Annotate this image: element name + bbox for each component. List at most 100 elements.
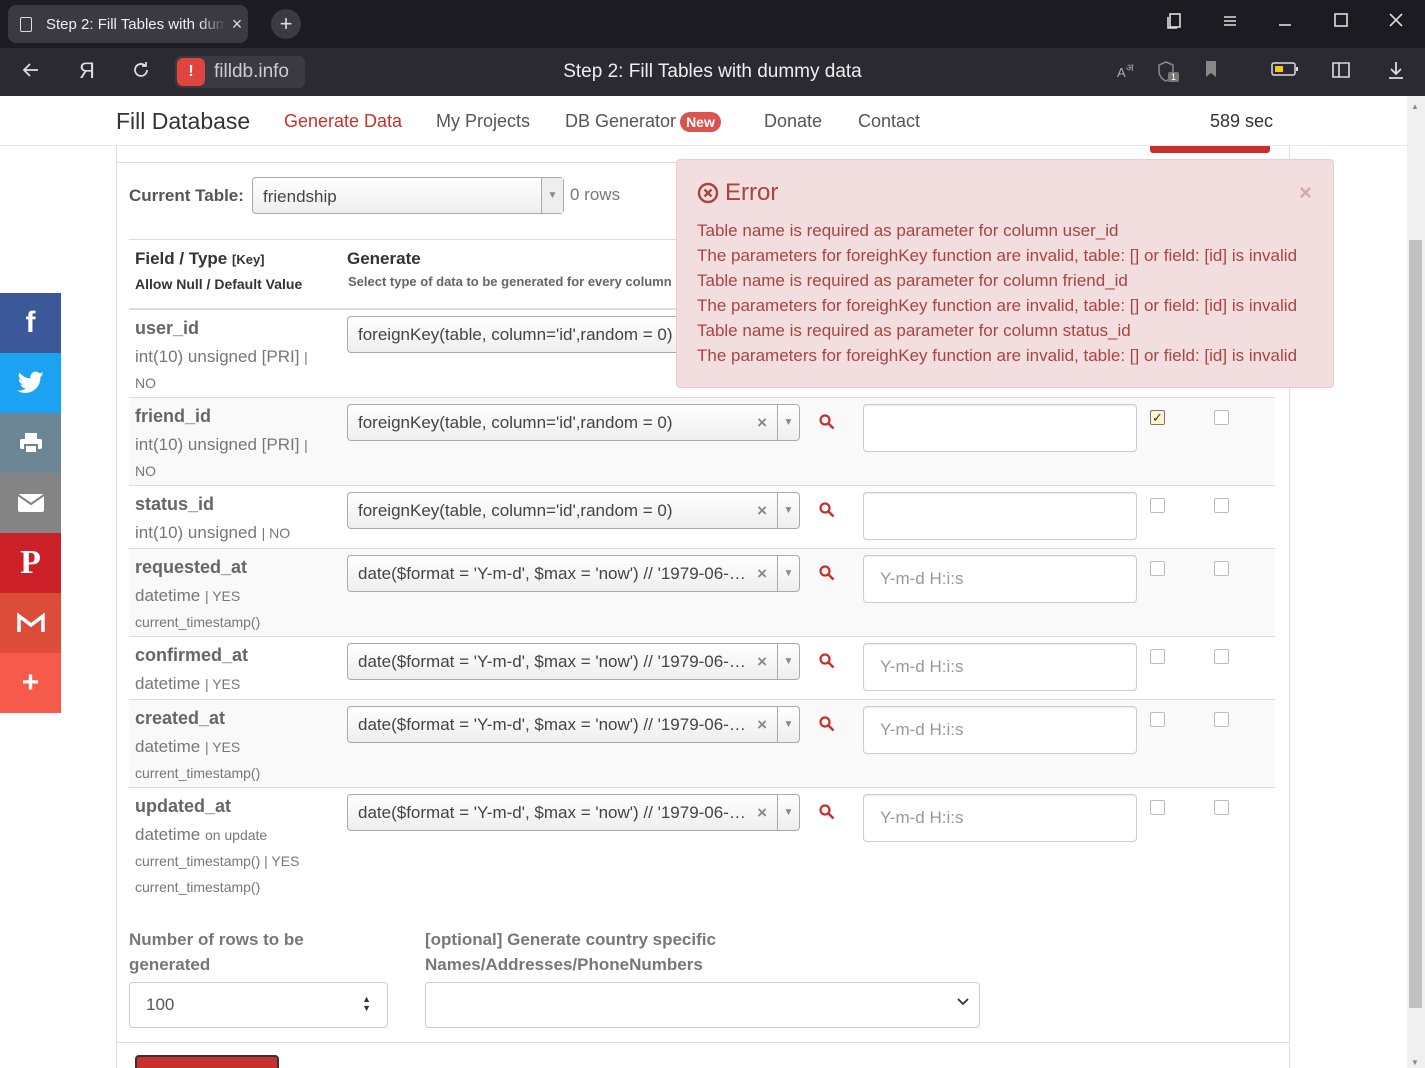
field-type: datetime | YES current_timestamp() <box>135 583 330 635</box>
field-name: updated_at <box>135 796 232 816</box>
error-message: The parameters for foreighKey function a… <box>697 296 1298 315</box>
nav-contact[interactable]: Contact <box>858 111 920 132</box>
more-share-button[interactable]: + <box>0 653 61 713</box>
field-type-text: datetime <box>135 737 201 756</box>
scrollbar-thumb[interactable] <box>1409 240 1422 1008</box>
generator-select[interactable]: date($format = 'Y-m-d', $max = 'now') //… <box>347 643 800 680</box>
generate-button[interactable] <box>135 1055 279 1068</box>
generator-select[interactable]: date($format = 'Y-m-d', $max = 'now') //… <box>347 555 800 592</box>
minimize-icon[interactable] <box>1270 12 1300 33</box>
dropdown-arrow-icon[interactable]: ▼ <box>777 707 799 742</box>
tab-close-icon[interactable]: × <box>226 14 248 35</box>
default-checkbox[interactable] <box>1214 712 1229 727</box>
search-icon[interactable] <box>818 564 836 582</box>
generator-value: foreignKey(table, column='id',random = 0… <box>358 413 673 432</box>
nav-generate-data[interactable]: Generate Data <box>284 111 402 132</box>
top-action-button[interactable] <box>1150 146 1270 153</box>
default-checkbox[interactable] <box>1214 649 1229 664</box>
print-icon <box>19 433 42 454</box>
generator-select[interactable]: foreignKey(table, column='id',random = 0… <box>347 404 800 441</box>
dropdown-arrow-icon[interactable]: ▼ <box>777 493 799 528</box>
parameter-input[interactable] <box>863 492 1137 540</box>
dropdown-arrow-icon[interactable]: ▼ <box>777 405 799 440</box>
nav-my-projects[interactable]: My Projects <box>436 111 530 132</box>
scroll-up-arrow-icon[interactable]: ▲ <box>1411 102 1419 111</box>
menu-icon[interactable] <box>1215 12 1245 33</box>
close-icon[interactable]: × <box>1299 180 1312 206</box>
allow-null-checkbox[interactable] <box>1150 712 1165 727</box>
clear-icon[interactable]: × <box>757 803 767 823</box>
gmail-share-button[interactable] <box>0 593 61 653</box>
field-type-sep: | <box>304 437 308 453</box>
facebook-share-button[interactable]: f <box>0 293 61 353</box>
current-table-select[interactable]: friendship ▼ <box>252 177 564 214</box>
email-share-button[interactable] <box>0 473 61 533</box>
battery-saver-icon[interactable] <box>1270 60 1300 83</box>
allow-null-checkbox[interactable] <box>1150 800 1165 815</box>
generator-value: date($format = 'Y-m-d', $max = 'now') //… <box>358 652 748 671</box>
error-messages: Table name is required as parameter for … <box>697 218 1297 368</box>
close-window-icon[interactable] <box>1381 12 1411 33</box>
gmail-icon <box>16 612 45 632</box>
default-checkbox[interactable] <box>1214 800 1229 815</box>
number-of-rows-input[interactable]: 100 ▲ ▼ <box>129 982 388 1028</box>
bookmark-icon[interactable] <box>1196 60 1226 84</box>
site-brand[interactable]: Fill Database <box>116 108 250 135</box>
pinterest-share-button[interactable]: P <box>0 533 61 593</box>
generator-value: date($format = 'Y-m-d', $max = 'now') //… <box>358 715 748 734</box>
table-row: status_id int(10) unsigned | NO foreignK… <box>129 486 1275 549</box>
dropdown-arrow-icon[interactable]: ▼ <box>777 644 799 679</box>
twitter-share-button[interactable] <box>0 353 61 413</box>
parameter-input[interactable] <box>863 404 1137 452</box>
search-icon[interactable] <box>818 413 836 431</box>
clear-icon[interactable]: × <box>757 715 767 735</box>
clear-icon[interactable]: × <box>757 564 767 584</box>
search-icon[interactable] <box>818 715 836 733</box>
generator-select[interactable]: date($format = 'Y-m-d', $max = 'now') //… <box>347 794 800 831</box>
browser-tab[interactable]: Step 2: Fill Tables with dummy data × <box>8 5 248 43</box>
search-icon[interactable] <box>818 803 836 821</box>
error-message: Table name is required as parameter for … <box>697 221 1119 240</box>
default-checkbox[interactable] <box>1214 498 1229 513</box>
nav-donate[interactable]: Donate <box>764 111 822 132</box>
default-checkbox[interactable] <box>1214 410 1229 425</box>
parameter-input[interactable]: Y-m-d H:i:s <box>863 643 1137 691</box>
extension-shield-icon[interactable]: 1 <box>1154 60 1184 90</box>
country-label: [optional] Generate country specific Nam… <box>425 930 716 974</box>
error-message: The parameters for foreighKey function a… <box>697 346 1298 365</box>
generator-select[interactable]: date($format = 'Y-m-d', $max = 'now') //… <box>347 706 800 743</box>
maximize-icon[interactable] <box>1326 12 1356 33</box>
search-icon[interactable] <box>818 652 836 670</box>
dropdown-arrow-icon[interactable]: ▼ <box>777 556 799 591</box>
translate-icon[interactable]: Aअ <box>1112 60 1142 86</box>
default-checkbox[interactable] <box>1214 561 1229 576</box>
field-type-text: int(10) unsigned [PRI] <box>135 435 300 454</box>
number-of-rows-value: 100 <box>146 995 175 1014</box>
field-default: current_timestamp() | YES <box>135 853 300 869</box>
new-tab-button[interactable]: + <box>271 9 301 39</box>
allow-null-checkbox[interactable]: ✓ <box>1150 410 1165 425</box>
sidebar-icon[interactable] <box>1326 60 1356 86</box>
clear-icon[interactable]: × <box>757 501 767 521</box>
number-stepper-icon[interactable]: ▲ ▼ <box>362 995 371 1013</box>
parameter-input[interactable]: Y-m-d H:i:s <box>863 706 1137 754</box>
scroll-down-arrow-icon[interactable]: ▼ <box>1411 1058 1419 1067</box>
print-share-button[interactable] <box>0 413 61 473</box>
generator-select[interactable]: foreignKey(table, column='id',random = 0… <box>347 492 800 529</box>
search-icon[interactable] <box>818 501 836 519</box>
allow-null-checkbox[interactable] <box>1150 498 1165 513</box>
nav-db-generator[interactable]: DB Generator New <box>565 111 721 132</box>
field-name: created_at <box>135 708 226 728</box>
download-icon[interactable] <box>1381 60 1411 86</box>
parameter-input[interactable]: Y-m-d H:i:s <box>863 794 1137 842</box>
allow-null-checkbox[interactable] <box>1150 649 1165 664</box>
clear-icon[interactable]: × <box>757 652 767 672</box>
allow-null-checkbox[interactable] <box>1150 561 1165 576</box>
generate-header: Generate <box>347 249 421 268</box>
parameter-placeholder: Y-m-d H:i:s <box>880 720 964 739</box>
dropdown-arrow-icon[interactable]: ▼ <box>777 795 799 830</box>
collections-icon[interactable] <box>1160 12 1190 35</box>
clear-icon[interactable]: × <box>757 413 767 433</box>
parameter-input[interactable]: Y-m-d H:i:s <box>863 555 1137 603</box>
country-select[interactable] <box>425 982 980 1028</box>
